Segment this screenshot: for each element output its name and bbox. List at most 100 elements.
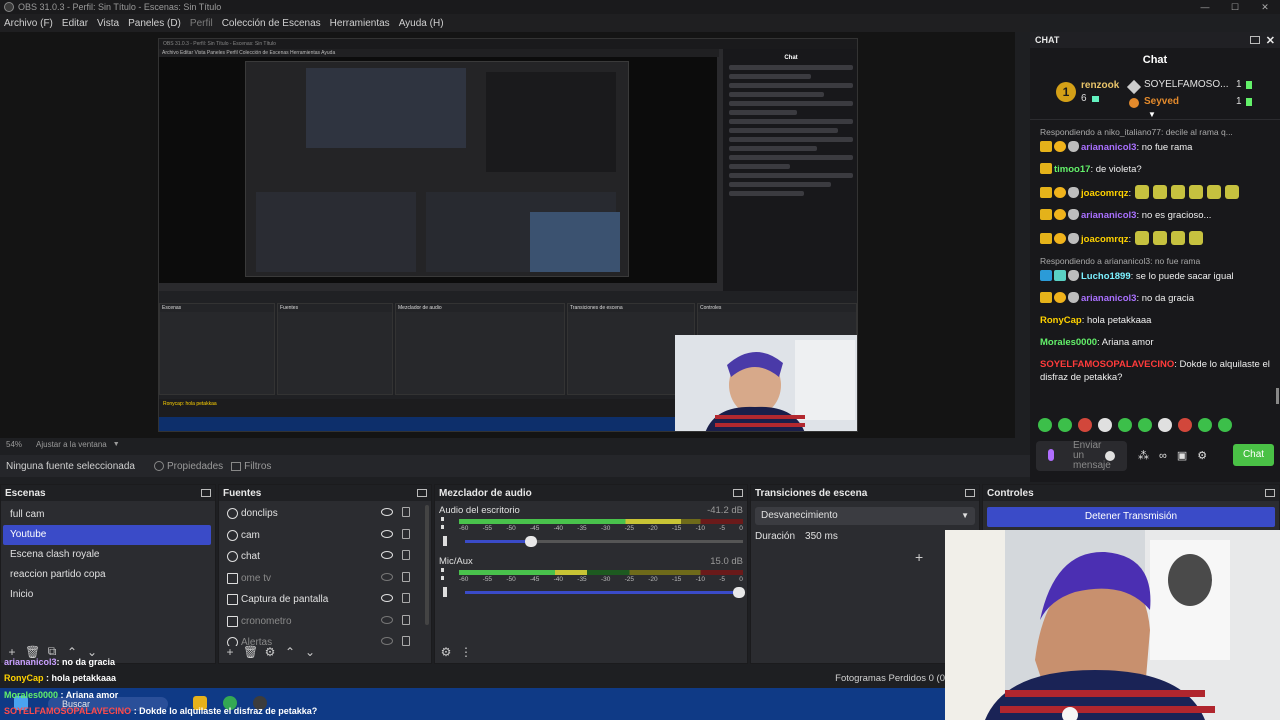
lock-icon[interactable] <box>402 550 410 560</box>
emote-icon[interactable] <box>1138 418 1152 432</box>
source-properties-button[interactable]: ⚙ <box>263 645 277 659</box>
menu-herramientas[interactable]: Herramientas <box>330 18 390 29</box>
scene-item[interactable]: Inicio <box>3 585 211 605</box>
advanced-audio-button[interactable]: ⚙ <box>439 645 453 659</box>
zoom-dropdown-icon[interactable]: ▼ <box>113 441 120 448</box>
zoom-mode[interactable]: Ajustar a la ventana <box>36 440 107 449</box>
chat-input[interactable]: Enviar un mensaje <box>1036 441 1127 471</box>
chat-username[interactable]: ariananicol3 <box>1081 210 1136 221</box>
chat-username[interactable]: joacomrqz <box>1081 188 1129 199</box>
chat-username[interactable]: ariananicol3 <box>1081 293 1136 304</box>
users-icon[interactable]: ⁂ <box>1138 449 1149 462</box>
scene-item[interactable]: Escena clash royale <box>3 545 211 565</box>
eye-icon[interactable] <box>381 508 393 516</box>
undock-icon[interactable] <box>417 489 427 497</box>
duration-input[interactable]: 350 ms <box>805 531 838 542</box>
eye-hidden-icon[interactable] <box>381 637 393 645</box>
maximize-button[interactable]: ☐ <box>1220 0 1250 14</box>
transition-select[interactable]: Desvanecimiento ▼ <box>755 507 975 525</box>
speaker-icon[interactable] <box>443 587 455 597</box>
source-item-captura[interactable]: Captura de pantalla <box>219 589 431 611</box>
menu-vista[interactable]: Vista <box>97 18 119 29</box>
add-source-button[interactable]: + <box>223 645 237 659</box>
remove-source-button[interactable]: 🗑 <box>243 645 258 659</box>
lock-icon[interactable] <box>402 593 410 603</box>
scene-item-selected[interactable]: Youtube <box>3 525 211 545</box>
stop-stream-button[interactable]: Detener Transmisión <box>987 507 1275 527</box>
channel-name: Audio del escritorio <box>439 505 520 516</box>
emote-icon[interactable] <box>1038 418 1052 432</box>
source-item-chat[interactable]: chat <box>219 546 431 568</box>
microphone-icon[interactable] <box>1048 449 1054 461</box>
add-transition-button[interactable]: + <box>915 549 923 565</box>
eye-hidden-icon[interactable] <box>381 572 393 581</box>
filters-button[interactable]: Filtros <box>231 461 271 472</box>
menu-editar[interactable]: Editar <box>62 18 88 29</box>
source-item-alertas[interactable]: Alertas <box>219 632 431 646</box>
zoom-level[interactable]: 54% <box>6 440 22 449</box>
lock-icon[interactable] <box>402 636 410 646</box>
eye-icon[interactable] <box>381 594 393 602</box>
gear-icon[interactable]: ⚙ <box>1197 449 1207 462</box>
kebab-menu-icon[interactable] <box>441 568 444 580</box>
menu-archivo[interactable]: Archivo (F) <box>4 18 53 29</box>
emote-icon[interactable] <box>1158 418 1172 432</box>
source-item-ome-tv[interactable]: ome tv <box>219 568 431 590</box>
kebab-menu-icon[interactable] <box>441 517 444 529</box>
minimize-button[interactable]: — <box>1190 0 1220 14</box>
infinity-icon[interactable]: ∞ <box>1159 450 1167 462</box>
chat-username[interactable]: ariananicol3 <box>1081 142 1136 153</box>
close-icon[interactable]: ✕ <box>1266 34 1275 47</box>
emote-icon[interactable] <box>1178 418 1192 432</box>
lock-icon[interactable] <box>402 507 410 517</box>
chat-scrollbar[interactable] <box>1276 388 1279 404</box>
lock-icon[interactable] <box>402 614 410 625</box>
undock-icon[interactable] <box>965 489 975 497</box>
move-source-down-button[interactable]: ⌄ <box>303 645 317 659</box>
undock-icon[interactable] <box>201 489 211 497</box>
emote-icon[interactable] <box>1198 418 1212 432</box>
sources-scrollbar[interactable] <box>425 505 429 625</box>
source-item-donclips[interactable]: donclips <box>219 503 431 525</box>
chat-send-button[interactable]: Chat <box>1233 444 1274 466</box>
eye-icon[interactable] <box>381 551 393 559</box>
menu-paneles[interactable]: Paneles (D) <box>128 18 181 29</box>
emote-icon[interactable] <box>1098 418 1112 432</box>
chat-username[interactable]: RonyCap <box>1040 315 1082 326</box>
chat-username[interactable]: Lucho1899 <box>1081 271 1131 282</box>
leaderboard[interactable]: 1 renzook 6 SOYELFAMOSO... 1 Seyved 1 ▼ <box>1030 70 1280 120</box>
emote-icon[interactable] <box>1058 418 1072 432</box>
lock-icon[interactable] <box>402 571 410 582</box>
chat-username[interactable]: Morales0000 <box>1040 337 1097 348</box>
shop-icon[interactable]: ▣ <box>1177 449 1187 462</box>
undock-icon[interactable] <box>733 489 743 497</box>
volume-slider[interactable] <box>465 586 745 598</box>
close-button[interactable]: ✕ <box>1250 0 1280 14</box>
properties-button[interactable]: Propiedades <box>154 461 223 472</box>
source-item-cam[interactable]: cam <box>219 525 431 547</box>
scene-item[interactable]: reaccion partido copa <box>3 565 211 585</box>
menu-perfil[interactable]: Perfil <box>190 18 213 29</box>
undock-icon[interactable] <box>1265 489 1275 497</box>
emote-icon[interactable] <box>1078 418 1092 432</box>
emote-icon[interactable] <box>1218 418 1232 432</box>
scene-item[interactable]: full cam <box>3 505 211 525</box>
eye-hidden-icon[interactable] <box>381 615 393 624</box>
lock-icon[interactable] <box>402 528 410 539</box>
chat-username[interactable]: timoo17 <box>1054 164 1090 175</box>
move-source-up-button[interactable]: ⌃ <box>283 645 297 659</box>
menu-coleccion-escenas[interactable]: Colección de Escenas <box>222 18 321 29</box>
preview-canvas[interactable]: OBS 31.0.3 - Perfil: Sin Título - Escena… <box>0 32 1015 438</box>
chat-username[interactable]: joacomrqz <box>1081 234 1129 245</box>
undock-icon[interactable] <box>1249 36 1260 44</box>
emoji-icon[interactable] <box>1105 451 1115 461</box>
mixer-menu-button[interactable]: ⋮ <box>459 645 473 659</box>
source-item-cronometro[interactable]: cronometro <box>219 611 431 633</box>
chat-username[interactable]: SOYELFAMOSOPALAVECINO <box>1040 359 1174 370</box>
expand-chevron-icon[interactable]: ▼ <box>1148 110 1156 119</box>
speaker-icon[interactable] <box>443 536 455 546</box>
volume-slider[interactable] <box>465 535 743 547</box>
eye-icon[interactable] <box>381 529 393 538</box>
emote-icon[interactable] <box>1118 418 1132 432</box>
menu-ayuda[interactable]: Ayuda (H) <box>399 18 444 29</box>
